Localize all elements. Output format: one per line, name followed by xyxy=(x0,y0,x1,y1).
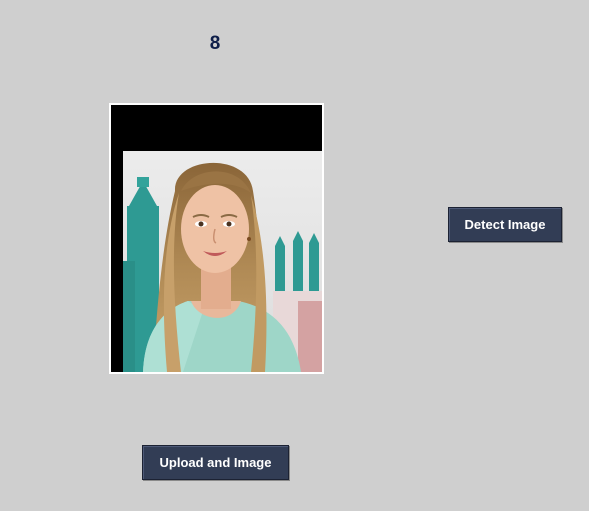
image-preview xyxy=(109,103,324,374)
uploaded-photo xyxy=(123,151,322,372)
detect-image-button[interactable]: Detect Image xyxy=(448,207,562,242)
upload-image-button[interactable]: Upload and Image xyxy=(142,445,289,480)
result-label: 8 xyxy=(209,33,221,54)
